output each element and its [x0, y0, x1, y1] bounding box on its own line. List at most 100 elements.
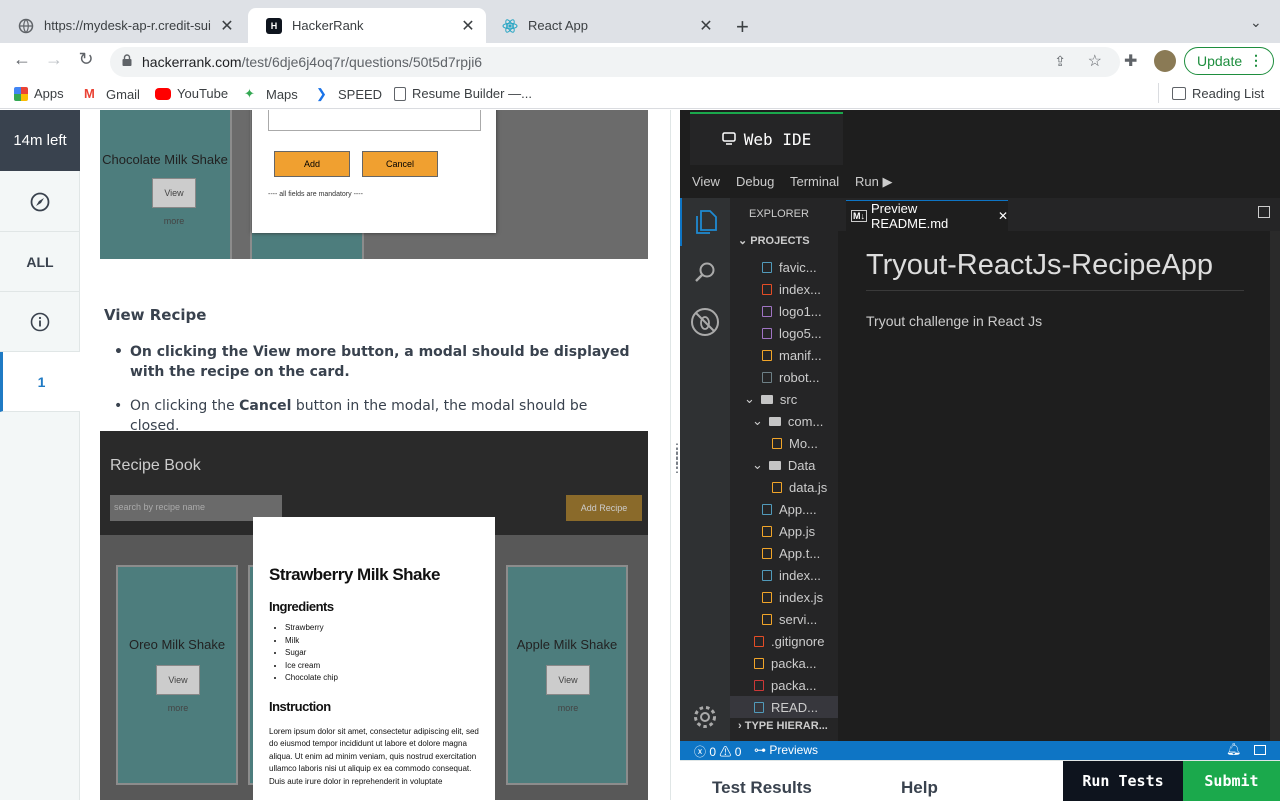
browser-tab-hackerrank[interactable]: H HackerRank ✕: [248, 8, 486, 43]
textarea: [268, 110, 481, 131]
bookmark-maps[interactable]: ✦ Maps: [244, 86, 298, 102]
chevron-down-icon[interactable]: ⌄: [1250, 14, 1262, 31]
scrollbar[interactable]: [1270, 231, 1280, 743]
tree-file[interactable]: index.js: [730, 586, 838, 608]
drag-handle-icon[interactable]: ⋮ ⋮ ⋮ ⋮ ⋮: [671, 442, 683, 486]
submit-button[interactable]: Submit: [1183, 761, 1280, 801]
chevron-down-icon: ⌄: [738, 235, 748, 247]
search-icon[interactable]: [680, 248, 730, 296]
menu-view[interactable]: View: [692, 174, 720, 189]
readme-title: Tryout-ReactJs-RecipeApp: [866, 249, 1244, 291]
all-questions-button[interactable]: ALL: [0, 232, 80, 292]
bookmark-apps[interactable]: Apps: [14, 86, 64, 101]
tree-file[interactable]: packa...: [730, 652, 838, 674]
info-icon[interactable]: [0, 292, 80, 352]
tab-help[interactable]: Help: [901, 778, 938, 798]
youtube-icon: [155, 87, 171, 100]
update-label: Update: [1197, 53, 1243, 69]
close-tab-icon[interactable]: ✕: [458, 16, 478, 36]
bookmark-gmail[interactable]: M Gmail: [84, 86, 140, 102]
problems-status[interactable]: ⓧ 0 ⚠ 0: [694, 743, 741, 760]
previews-status[interactable]: ⊶ Previews: [754, 743, 818, 757]
activity-bar: [680, 198, 730, 743]
avatar[interactable]: [1154, 50, 1176, 72]
tree-item-label: index...: [779, 281, 821, 297]
back-icon[interactable]: ←: [10, 49, 34, 70]
tree-folder[interactable]: ⌄ src: [730, 388, 838, 410]
tree-file[interactable]: servi...: [730, 608, 838, 630]
web-ide-tab[interactable]: Web IDE: [690, 112, 843, 165]
bookmark-resume-builder[interactable]: Resume Builder —...: [394, 86, 532, 101]
tree-file[interactable]: robot...: [730, 366, 838, 388]
tree-file[interactable]: .gitignore: [730, 630, 838, 652]
bookmark-speed[interactable]: ❯ SPEED: [316, 86, 382, 102]
type-hierarchy-label: TYPE HIERAR...: [744, 720, 828, 732]
tree-file[interactable]: manif...: [730, 344, 838, 366]
cancel-button: Cancel: [362, 151, 438, 177]
modal-title: Strawberry Milk Shake: [269, 565, 440, 584]
menu-debug[interactable]: Debug: [736, 174, 774, 189]
update-button[interactable]: Update ⋮: [1184, 47, 1274, 75]
reload-icon[interactable]: ↻: [74, 49, 98, 70]
menu-run[interactable]: Run ▶: [855, 174, 892, 190]
question-1-tab[interactable]: 1: [0, 352, 80, 412]
ide-menubar: View Debug Terminal Run ▶: [680, 165, 1280, 198]
close-tab-icon[interactable]: ✕: [696, 16, 716, 36]
tree-item-label: packa...: [771, 655, 817, 671]
projects-section[interactable]: ⌄ PROJECTS: [738, 234, 810, 247]
tree-file[interactable]: App.t...: [730, 542, 838, 564]
url-bar[interactable]: hackerrank.com/test/6dje6j4oq7r/question…: [110, 47, 1120, 77]
mandatory-note: ---- all fields are mandatory ----: [268, 191, 363, 198]
pane-splitter[interactable]: ⋮ ⋮ ⋮ ⋮ ⋮: [670, 110, 683, 800]
file-icon: [762, 371, 772, 383]
forward-icon[interactable]: →: [42, 49, 66, 70]
ingredient: Milk: [285, 635, 479, 648]
browser-tab-credit-suisse[interactable]: https://mydesk-ap-r.credit-sui ✕: [0, 8, 245, 43]
tab-test-results[interactable]: Test Results: [712, 778, 812, 798]
bell-icon[interactable]: 🔔︎: [1226, 742, 1241, 756]
extensions-icon[interactable]: ✚: [1124, 51, 1137, 71]
tree-file[interactable]: App....: [730, 498, 838, 520]
compass-icon[interactable]: [0, 172, 80, 232]
open-preview-icon[interactable]: [1258, 206, 1270, 218]
files-icon[interactable]: [680, 198, 730, 246]
new-tab-icon[interactable]: +: [736, 14, 749, 40]
modal: Add Cancel ---- all fields are mandatory…: [252, 110, 496, 233]
chevron-right-icon: ›: [738, 720, 742, 732]
close-tab-icon[interactable]: ✕: [217, 16, 237, 36]
card-title: Oreo Milk Shake: [128, 637, 226, 652]
file-icon: [754, 701, 764, 713]
type-hierarchy-section[interactable]: › TYPE HIERAR...: [738, 720, 828, 732]
tree-folder[interactable]: ⌄ Data: [730, 454, 838, 476]
lock-icon: [122, 54, 132, 66]
panel-icon[interactable]: [1254, 745, 1266, 755]
browser-tab-react-app[interactable]: React App ✕: [484, 8, 724, 43]
tree-file[interactable]: packa...: [730, 674, 838, 696]
folder-icon: [768, 460, 781, 470]
settings-gear-icon[interactable]: [680, 693, 730, 741]
web-ide: Web IDE View Debug Terminal Run ▶ EXPLOR…: [680, 110, 1280, 760]
close-icon[interactable]: ✕: [998, 209, 1008, 223]
ingredient: Chocolate chip: [285, 672, 479, 685]
tree-file[interactable]: App.js: [730, 520, 838, 542]
file-icon: [754, 679, 764, 691]
menu-terminal[interactable]: Terminal: [790, 174, 839, 189]
reading-list[interactable]: Reading List: [1172, 86, 1264, 101]
tab-preview-readme[interactable]: M↓ Preview README.md ✕: [846, 200, 1008, 231]
tree-folder[interactable]: ⌄ com...: [730, 410, 838, 432]
tree-file[interactable]: logo1...: [730, 300, 838, 322]
bookmark-label: Resume Builder —...: [412, 86, 532, 101]
debug-icon[interactable]: [680, 298, 730, 346]
tree-file[interactable]: READ...: [730, 696, 838, 718]
bookmark-youtube[interactable]: YouTube: [155, 86, 228, 101]
tree-file[interactable]: index...: [730, 278, 838, 300]
tree-file[interactable]: favic...: [730, 256, 838, 278]
star-icon[interactable]: ☆: [1088, 51, 1102, 71]
projects-label: PROJECTS: [750, 235, 810, 247]
run-tests-button[interactable]: Run Tests: [1063, 761, 1183, 801]
tree-file[interactable]: Mo...: [730, 432, 838, 454]
tree-file[interactable]: data.js: [730, 476, 838, 498]
tree-file[interactable]: logo5...: [730, 322, 838, 344]
share-icon[interactable]: ⇪: [1054, 53, 1066, 70]
tree-file[interactable]: index...: [730, 564, 838, 586]
